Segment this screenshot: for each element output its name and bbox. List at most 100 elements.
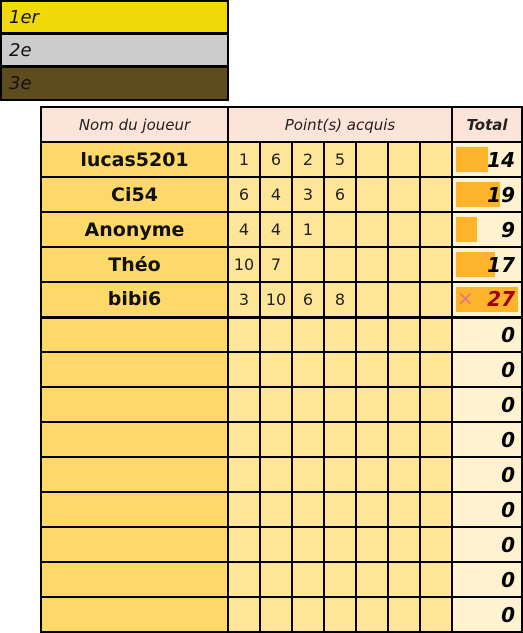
points-cell[interactable] bbox=[227, 421, 261, 458]
points-cell[interactable]: 5 bbox=[323, 141, 357, 178]
points-cell[interactable] bbox=[387, 561, 421, 598]
points-cell[interactable] bbox=[227, 351, 261, 388]
points-cell[interactable]: 1 bbox=[291, 211, 325, 248]
points-cell[interactable]: 4 bbox=[259, 176, 293, 213]
points-cell[interactable]: 4 bbox=[259, 211, 293, 248]
points-cell[interactable] bbox=[419, 246, 453, 283]
points-cell[interactable] bbox=[291, 351, 325, 388]
points-cell[interactable] bbox=[355, 315, 389, 353]
points-cell[interactable] bbox=[259, 596, 293, 633]
points-cell[interactable] bbox=[291, 596, 325, 633]
points-cell[interactable] bbox=[259, 456, 293, 493]
points-cell[interactable] bbox=[323, 526, 357, 563]
points-cell[interactable] bbox=[419, 386, 453, 423]
points-cell[interactable] bbox=[387, 491, 421, 528]
points-cell[interactable] bbox=[227, 456, 261, 493]
points-cell[interactable] bbox=[259, 561, 293, 598]
points-cell[interactable] bbox=[259, 526, 293, 563]
points-cell[interactable] bbox=[419, 596, 453, 633]
points-cell[interactable]: 7 bbox=[259, 246, 293, 283]
points-cell[interactable]: 4 bbox=[227, 211, 261, 248]
points-cell[interactable] bbox=[323, 246, 357, 283]
player-name[interactable]: bibi6 bbox=[40, 281, 229, 318]
points-cell[interactable]: 2 bbox=[291, 141, 325, 178]
points-cell[interactable] bbox=[291, 526, 325, 563]
points-cell[interactable]: 6 bbox=[323, 176, 357, 213]
points-cell[interactable] bbox=[387, 421, 421, 458]
points-cell[interactable] bbox=[291, 491, 325, 528]
points-cell[interactable] bbox=[323, 386, 357, 423]
points-cell[interactable] bbox=[387, 141, 421, 178]
player-name[interactable] bbox=[40, 526, 229, 563]
points-cell[interactable] bbox=[323, 351, 357, 388]
points-cell[interactable]: 6 bbox=[259, 141, 293, 178]
points-cell[interactable] bbox=[227, 596, 261, 633]
points-cell[interactable] bbox=[259, 351, 293, 388]
points-cell[interactable]: 3 bbox=[227, 281, 261, 318]
points-cell[interactable]: 1 bbox=[227, 141, 261, 178]
player-name[interactable]: Théo bbox=[40, 246, 229, 283]
points-cell[interactable] bbox=[227, 491, 261, 528]
points-cell[interactable] bbox=[387, 456, 421, 493]
points-cell[interactable] bbox=[355, 141, 389, 178]
points-cell[interactable] bbox=[323, 561, 357, 598]
points-cell[interactable] bbox=[323, 491, 357, 528]
points-cell[interactable] bbox=[387, 386, 421, 423]
points-cell[interactable] bbox=[419, 421, 453, 458]
points-cell[interactable] bbox=[387, 211, 421, 248]
points-cell[interactable] bbox=[419, 211, 453, 248]
points-cell[interactable]: 10 bbox=[259, 281, 293, 318]
points-cell[interactable] bbox=[323, 315, 357, 353]
points-cell[interactable] bbox=[419, 315, 453, 353]
points-cell[interactable] bbox=[387, 351, 421, 388]
player-name[interactable] bbox=[40, 315, 229, 353]
player-name[interactable]: lucas5201 bbox=[40, 141, 229, 178]
player-name[interactable] bbox=[40, 386, 229, 423]
points-cell[interactable] bbox=[355, 491, 389, 528]
player-name[interactable] bbox=[40, 596, 229, 633]
points-cell[interactable] bbox=[387, 176, 421, 213]
player-name[interactable] bbox=[40, 456, 229, 493]
points-cell[interactable] bbox=[355, 456, 389, 493]
player-name[interactable] bbox=[40, 491, 229, 528]
points-cell[interactable] bbox=[323, 211, 357, 248]
points-cell[interactable] bbox=[291, 246, 325, 283]
points-cell[interactable] bbox=[387, 526, 421, 563]
points-cell[interactable]: 3 bbox=[291, 176, 325, 213]
points-cell[interactable] bbox=[355, 421, 389, 458]
points-cell[interactable] bbox=[259, 315, 293, 353]
points-cell[interactable] bbox=[419, 176, 453, 213]
points-cell[interactable] bbox=[419, 281, 453, 318]
points-cell[interactable] bbox=[387, 315, 421, 353]
points-cell[interactable] bbox=[387, 246, 421, 283]
points-cell[interactable] bbox=[419, 141, 453, 178]
points-cell[interactable] bbox=[419, 526, 453, 563]
points-cell[interactable] bbox=[227, 561, 261, 598]
player-name[interactable] bbox=[40, 561, 229, 598]
player-name[interactable] bbox=[40, 351, 229, 388]
points-cell[interactable] bbox=[259, 491, 293, 528]
points-cell[interactable]: 6 bbox=[291, 281, 325, 318]
points-cell[interactable]: 8 bbox=[323, 281, 357, 318]
points-cell[interactable] bbox=[227, 526, 261, 563]
points-cell[interactable]: 10 bbox=[227, 246, 261, 283]
player-name[interactable]: Ci54 bbox=[40, 176, 229, 213]
points-cell[interactable] bbox=[227, 386, 261, 423]
points-cell[interactable] bbox=[355, 351, 389, 388]
points-cell[interactable] bbox=[419, 456, 453, 493]
points-cell[interactable] bbox=[291, 421, 325, 458]
player-name[interactable]: Anonyme bbox=[40, 211, 229, 248]
points-cell[interactable] bbox=[227, 315, 261, 353]
points-cell[interactable] bbox=[291, 561, 325, 598]
points-cell[interactable] bbox=[419, 491, 453, 528]
points-cell[interactable] bbox=[355, 561, 389, 598]
points-cell[interactable] bbox=[355, 211, 389, 248]
player-name[interactable] bbox=[40, 421, 229, 458]
points-cell[interactable] bbox=[387, 596, 421, 633]
points-cell[interactable] bbox=[259, 386, 293, 423]
points-cell[interactable] bbox=[355, 281, 389, 318]
points-cell[interactable] bbox=[291, 456, 325, 493]
points-cell[interactable] bbox=[291, 386, 325, 423]
points-cell[interactable] bbox=[387, 281, 421, 318]
points-cell[interactable] bbox=[355, 246, 389, 283]
